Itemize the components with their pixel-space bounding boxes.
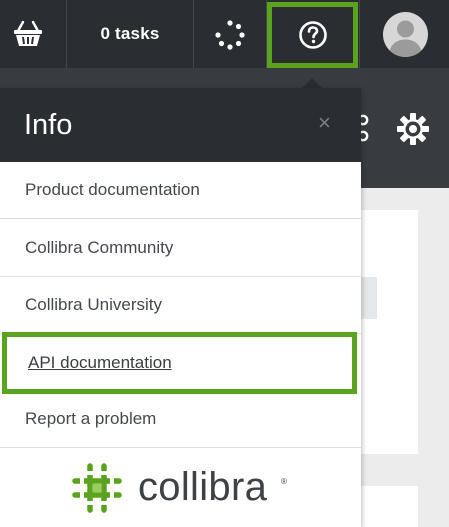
menu-item-report-a-problem[interactable]: Report a problem: [0, 391, 361, 448]
menu-item-label: Product documentation: [25, 180, 200, 199]
basket-icon[interactable]: [12, 18, 44, 50]
menu-item-product-documentation[interactable]: Product documentation: [0, 162, 361, 219]
menu-item-api-documentation[interactable]: API documentation: [2, 332, 357, 394]
dropdown-pointer: [302, 78, 322, 88]
topbar-divider: [359, 0, 360, 68]
collibra-mark-icon: [72, 463, 122, 513]
dropdown-title: Info: [24, 109, 73, 141]
close-icon[interactable]: ×: [318, 112, 331, 134]
menu-item-label: Report a problem: [25, 409, 157, 428]
activity-spinner-icon[interactable]: [215, 20, 245, 50]
logo-wordmark: collibra: [138, 465, 268, 509]
collibra-logo: collibra ®: [0, 448, 361, 527]
menu-item-collibra-community[interactable]: Collibra Community: [0, 220, 361, 277]
menu-item-label: Collibra Community: [25, 238, 174, 257]
topbar-divider: [66, 0, 67, 68]
user-avatar-icon[interactable]: [383, 12, 428, 57]
menu-item-collibra-university[interactable]: Collibra University: [0, 277, 361, 334]
top-bar: 0 tasks: [0, 0, 449, 68]
menu-item-label: Collibra University: [25, 295, 162, 314]
menu-item-label: API documentation: [28, 353, 172, 372]
info-dropdown: Info × Product documentation Collibra Co…: [0, 88, 361, 527]
topbar-divider: [193, 0, 194, 68]
logo-registered-mark: ®: [281, 477, 287, 486]
tasks-label: 0 tasks: [100, 24, 160, 43]
dropdown-header: Info ×: [0, 88, 361, 162]
gear-icon[interactable]: [396, 112, 430, 151]
tasks-button[interactable]: 0 tasks: [68, 0, 192, 68]
question-circle-icon: [298, 21, 327, 49]
help-button[interactable]: [267, 2, 358, 68]
